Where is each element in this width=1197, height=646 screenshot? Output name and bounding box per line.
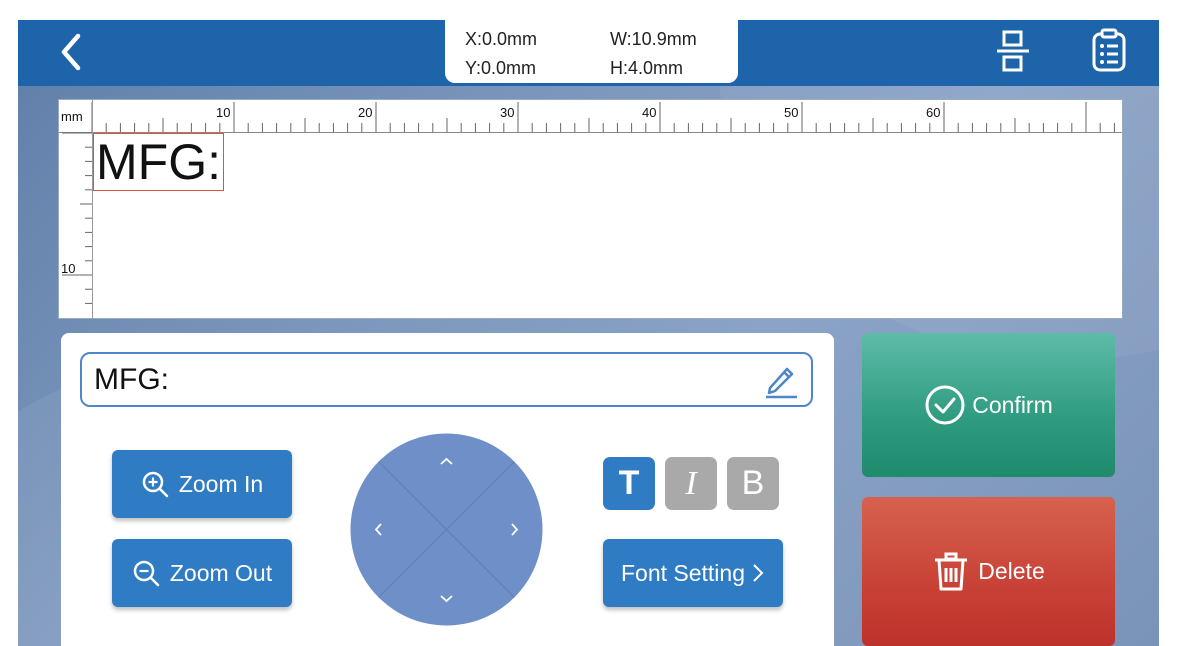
confirm-label: Confirm	[972, 391, 1053, 418]
selected-text-object[interactable]: MFG:	[93, 133, 224, 191]
confirm-check-icon	[925, 385, 965, 425]
app-window: X:0.0mm Y:0.0mm W:10.9mm H:4.0mm mm 10 2…	[18, 20, 1159, 646]
zoom-in-label: Zoom In	[178, 470, 264, 497]
trash-icon	[935, 552, 968, 590]
text-style-button[interactable]: T	[603, 457, 655, 510]
font-setting-label: Font Setting	[620, 559, 746, 586]
h-ruler-label: 40	[642, 105, 657, 120]
font-setting-button[interactable]: Font Setting	[603, 539, 783, 607]
h-ruler-label: 30	[500, 105, 515, 120]
confirm-button[interactable]: Confirm	[862, 333, 1115, 477]
h-ruler-label: 50	[784, 105, 799, 120]
text-content-value: MFG:	[94, 363, 169, 396]
y-readout: Y:0.0mm	[465, 58, 537, 78]
position-readout: X:0.0mm Y:0.0mm W:10.9mm H:4.0mm	[445, 20, 738, 83]
delete-button[interactable]: Delete	[862, 497, 1115, 646]
back-icon	[61, 33, 81, 71]
italic-button[interactable]: I	[665, 457, 717, 510]
delete-label: Delete	[978, 558, 1045, 584]
direction-pad[interactable]	[350, 433, 543, 626]
horizontal-ruler: mm 10 20 30 40 50 60	[59, 100, 1122, 133]
text-content-input[interactable]: MFG:	[80, 352, 813, 407]
align-button[interactable]	[991, 26, 1035, 76]
h-ruler-label: 10	[216, 105, 231, 120]
editor-panel: MFG: Zoom In Zoom Out T I B Font Setting	[61, 333, 834, 646]
vertical-ruler-ticks	[62, 132, 92, 304]
vertical-ruler: 10	[59, 100, 93, 318]
top-bar: X:0.0mm Y:0.0mm W:10.9mm H:4.0mm	[18, 20, 1159, 86]
zoom-in-button[interactable]: Zoom In	[112, 450, 292, 518]
list-button[interactable]	[1088, 26, 1132, 76]
v-ruler-label: 10	[61, 261, 76, 276]
zoom-out-icon	[133, 560, 160, 587]
label-canvas[interactable]: mm 10 20 30 40 50 60 10 MFG:	[58, 99, 1123, 319]
chevron-right-icon	[753, 564, 764, 582]
list-icon	[1092, 28, 1126, 72]
zoom-out-label: Zoom Out	[169, 559, 273, 586]
height-readout: H:4.0mm	[610, 58, 684, 78]
width-readout: W:10.9mm	[610, 29, 697, 49]
back-button[interactable]	[52, 30, 96, 74]
zoom-out-button[interactable]: Zoom Out	[112, 539, 292, 607]
align-icon	[997, 30, 1029, 72]
h-ruler-label: 60	[926, 105, 941, 120]
x-readout: X:0.0mm	[465, 29, 538, 49]
h-ruler-label: 20	[358, 105, 373, 120]
edit-icon[interactable]	[761, 360, 801, 400]
zoom-in-icon	[142, 471, 169, 498]
bold-button[interactable]: B	[727, 457, 779, 510]
